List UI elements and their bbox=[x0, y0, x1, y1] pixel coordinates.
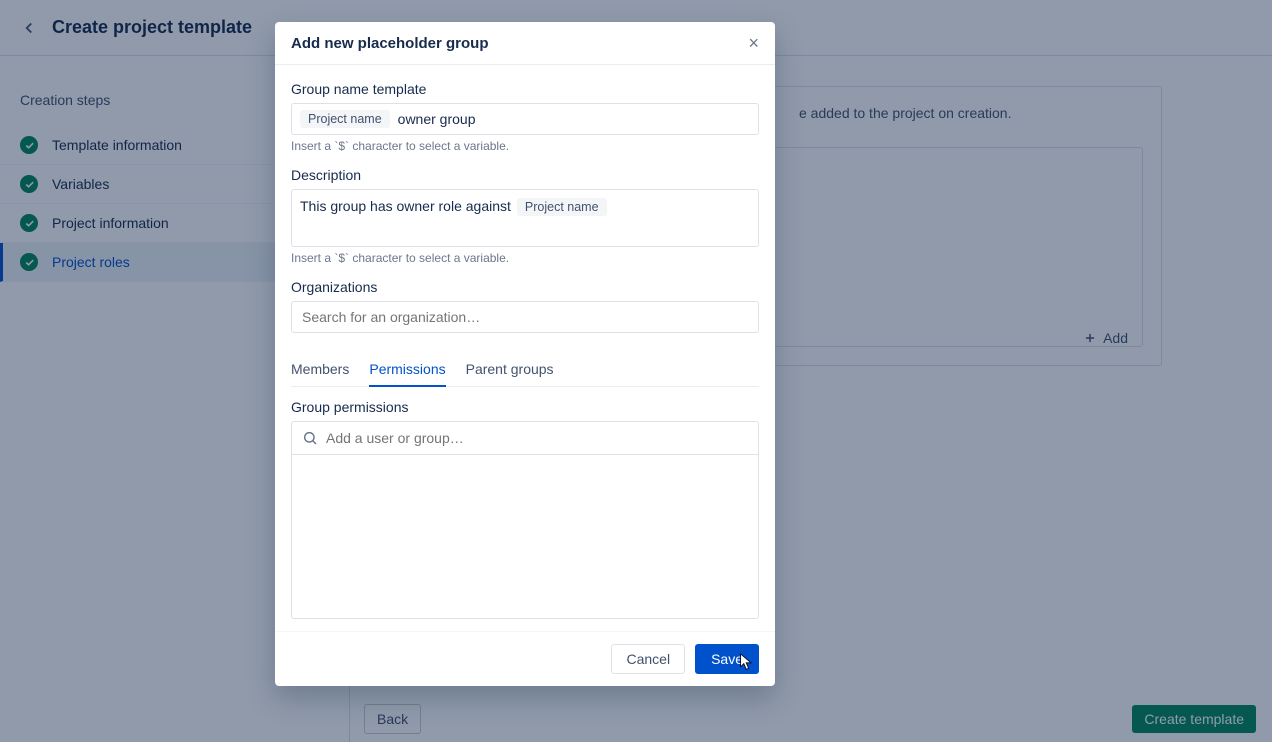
variable-chip-project-name[interactable]: Project name bbox=[517, 198, 607, 216]
permissions-search-input[interactable] bbox=[326, 430, 748, 446]
modal-title: Add new placeholder group bbox=[291, 35, 489, 52]
add-placeholder-group-modal: Add new placeholder group × Group name t… bbox=[275, 22, 775, 686]
organizations-search-input[interactable] bbox=[291, 301, 759, 333]
close-icon[interactable]: × bbox=[748, 34, 759, 52]
group-name-input[interactable]: Project name owner group bbox=[291, 103, 759, 135]
permissions-search[interactable] bbox=[292, 422, 758, 455]
cancel-button[interactable]: Cancel bbox=[611, 644, 685, 674]
tab-members[interactable]: Members bbox=[291, 355, 349, 386]
group-permissions-box bbox=[291, 421, 759, 619]
modal-footer: Cancel Save bbox=[275, 631, 775, 686]
save-button[interactable]: Save bbox=[695, 644, 759, 674]
tab-permissions[interactable]: Permissions bbox=[369, 355, 445, 387]
search-icon bbox=[302, 430, 318, 446]
modal-tabs: Members Permissions Parent groups bbox=[291, 355, 759, 387]
description-label: Description bbox=[291, 167, 759, 183]
tab-parent-groups[interactable]: Parent groups bbox=[466, 355, 554, 386]
description-hint: Insert a `$` character to select a varia… bbox=[291, 251, 759, 265]
description-input[interactable]: This group has owner role against Projec… bbox=[291, 189, 759, 247]
group-name-hint: Insert a `$` character to select a varia… bbox=[291, 139, 759, 153]
organizations-label: Organizations bbox=[291, 279, 759, 295]
modal-header: Add new placeholder group × bbox=[275, 22, 775, 65]
group-name-label: Group name template bbox=[291, 81, 759, 97]
variable-chip-project-name[interactable]: Project name bbox=[300, 110, 390, 128]
group-permissions-label: Group permissions bbox=[291, 399, 759, 415]
group-name-value: owner group bbox=[398, 111, 476, 127]
description-text: This group has owner role against bbox=[300, 198, 511, 214]
